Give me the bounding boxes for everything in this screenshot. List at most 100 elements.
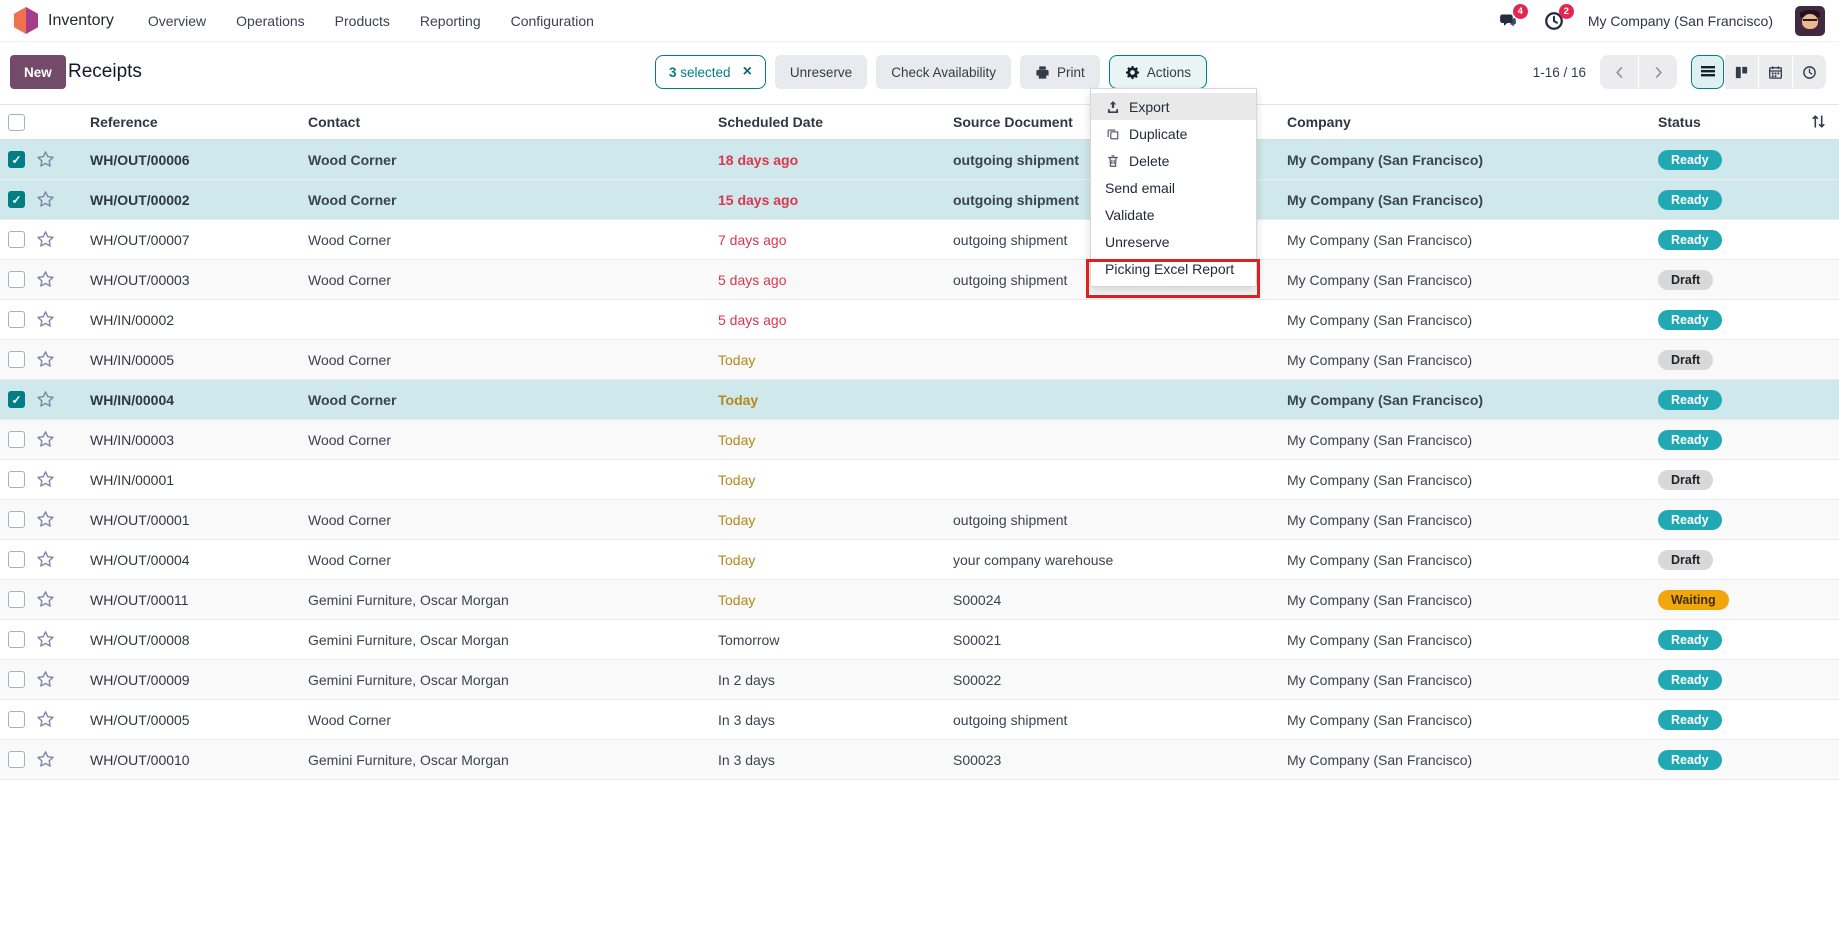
- table-row[interactable]: WH/OUT/00010 Gemini Furniture, Oscar Mor…: [0, 740, 1839, 780]
- row-checkbox[interactable]: [8, 351, 25, 368]
- menu-overview[interactable]: Overview: [148, 13, 206, 29]
- favorite-star-icon[interactable]: [36, 510, 55, 529]
- table-row[interactable]: WH/IN/00005 Wood Corner Today My Company…: [0, 340, 1839, 380]
- row-checkbox[interactable]: [8, 551, 25, 568]
- inventory-receipts-page: Inventory Overview Operations Products R…: [0, 0, 1839, 930]
- favorite-star-icon[interactable]: [36, 750, 55, 769]
- activities-icon[interactable]: 2: [1542, 9, 1566, 33]
- kanban-view-icon[interactable]: [1725, 55, 1758, 89]
- app-name[interactable]: Inventory: [48, 12, 114, 30]
- contact-cell: Wood Corner: [298, 392, 708, 408]
- row-checkbox[interactable]: [8, 311, 25, 328]
- menu-configuration[interactable]: Configuration: [511, 13, 594, 29]
- row-checkbox[interactable]: [8, 671, 25, 688]
- company-cell: My Company (San Francisco): [1277, 632, 1648, 648]
- favorite-star-icon[interactable]: [36, 670, 55, 689]
- row-checkbox[interactable]: [8, 711, 25, 728]
- favorite-star-icon[interactable]: [36, 550, 55, 569]
- messages-icon[interactable]: 4: [1496, 9, 1520, 33]
- favorite-star-icon[interactable]: [36, 190, 55, 209]
- table-row[interactable]: WH/IN/00002 5 days ago My Company (San F…: [0, 300, 1839, 340]
- table-row[interactable]: WH/OUT/00008 Gemini Furniture, Oscar Mor…: [0, 620, 1839, 660]
- select-all-checkbox[interactable]: [8, 114, 25, 131]
- list-view-icon[interactable]: [1691, 55, 1724, 89]
- menu-item-duplicate[interactable]: Duplicate: [1091, 120, 1256, 147]
- column-header-scheduled-date[interactable]: Scheduled Date: [708, 114, 943, 130]
- table-row[interactable]: WH/OUT/00001 Wood Corner Today outgoing …: [0, 500, 1839, 540]
- company-cell: My Company (San Francisco): [1277, 512, 1648, 528]
- optional-columns-icon[interactable]: [1810, 113, 1827, 133]
- navbar-right: 4 2 My Company (San Francisco): [1496, 6, 1825, 36]
- row-checkbox[interactable]: ✓: [8, 191, 25, 208]
- column-header-contact[interactable]: Contact: [298, 114, 708, 130]
- contact-cell: Wood Corner: [298, 552, 708, 568]
- table-row[interactable]: WH/OUT/00003 Wood Corner 5 days ago outg…: [0, 260, 1839, 300]
- favorite-star-icon[interactable]: [36, 390, 55, 409]
- favorite-star-icon[interactable]: [36, 270, 55, 289]
- column-header-reference[interactable]: Reference: [80, 114, 298, 130]
- table-row[interactable]: WH/OUT/00009 Gemini Furniture, Oscar Mor…: [0, 660, 1839, 700]
- table-row[interactable]: WH/OUT/00011 Gemini Furniture, Oscar Mor…: [0, 580, 1839, 620]
- row-checkbox[interactable]: [8, 231, 25, 248]
- column-header-company[interactable]: Company: [1277, 114, 1648, 130]
- row-checkbox[interactable]: [8, 471, 25, 488]
- table-row[interactable]: ✓ WH/IN/00004 Wood Corner Today My Compa…: [0, 380, 1839, 420]
- company-cell: My Company (San Francisco): [1277, 432, 1648, 448]
- favorite-star-icon[interactable]: [36, 350, 55, 369]
- inventory-app-icon[interactable]: [14, 7, 38, 34]
- clear-selection-icon[interactable]: ×: [743, 64, 752, 80]
- status-badge: Ready: [1658, 670, 1722, 690]
- table-row[interactable]: ✓ WH/OUT/00002 Wood Corner 15 days ago o…: [0, 180, 1839, 220]
- favorite-star-icon[interactable]: [36, 310, 55, 329]
- favorite-star-icon[interactable]: [36, 230, 55, 249]
- menu-item-validate[interactable]: Validate: [1091, 201, 1256, 228]
- favorite-star-icon[interactable]: [36, 590, 55, 609]
- contact-cell: Gemini Furniture, Oscar Morgan: [298, 592, 708, 608]
- company-switcher[interactable]: My Company (San Francisco): [1588, 13, 1773, 29]
- menu-item-unreserve[interactable]: Unreserve: [1091, 228, 1256, 255]
- scheduled-date-cell: In 3 days: [708, 752, 943, 768]
- pager-previous-icon[interactable]: [1600, 55, 1638, 89]
- calendar-view-icon[interactable]: [1759, 55, 1792, 89]
- user-avatar[interactable]: [1795, 6, 1825, 36]
- table-row[interactable]: WH/OUT/00004 Wood Corner Today your comp…: [0, 540, 1839, 580]
- company-cell: My Company (San Francisco): [1277, 152, 1648, 168]
- menu-reporting[interactable]: Reporting: [420, 13, 481, 29]
- row-checkbox[interactable]: ✓: [8, 391, 25, 408]
- reference-cell: WH/OUT/00001: [80, 512, 298, 528]
- row-checkbox[interactable]: [8, 271, 25, 288]
- menu-item-send-email[interactable]: Send email: [1091, 174, 1256, 201]
- selected-count-chip[interactable]: 3 selected ×: [655, 55, 766, 89]
- table-row[interactable]: WH/OUT/00005 Wood Corner In 3 days outgo…: [0, 700, 1839, 740]
- row-checkbox[interactable]: [8, 631, 25, 648]
- favorite-star-icon[interactable]: [36, 430, 55, 449]
- scheduled-date-cell: 15 days ago: [708, 192, 943, 208]
- row-checkbox[interactable]: [8, 751, 25, 768]
- unreserve-button[interactable]: Unreserve: [775, 55, 867, 89]
- menu-item-delete[interactable]: Delete: [1091, 147, 1256, 174]
- favorite-star-icon[interactable]: [36, 630, 55, 649]
- activity-view-icon[interactable]: [1793, 55, 1826, 89]
- menu-operations[interactable]: Operations: [236, 13, 304, 29]
- actions-button[interactable]: Actions: [1109, 55, 1207, 89]
- pager-next-icon[interactable]: [1639, 55, 1677, 89]
- print-button[interactable]: Print: [1020, 55, 1100, 89]
- check-availability-button[interactable]: Check Availability: [876, 55, 1011, 89]
- new-button[interactable]: New: [10, 55, 66, 89]
- menu-item-label: Export: [1129, 99, 1169, 115]
- table-row[interactable]: WH/OUT/00007 Wood Corner 7 days ago outg…: [0, 220, 1839, 260]
- menu-item-picking-excel-report[interactable]: Picking Excel Report: [1091, 255, 1256, 282]
- row-checkbox[interactable]: [8, 431, 25, 448]
- row-checkbox[interactable]: [8, 591, 25, 608]
- table-row[interactable]: ✓ WH/OUT/00006 Wood Corner 18 days ago o…: [0, 140, 1839, 180]
- table-row[interactable]: WH/IN/00001 Today My Company (San Franci…: [0, 460, 1839, 500]
- favorite-star-icon[interactable]: [36, 710, 55, 729]
- table-row[interactable]: WH/IN/00003 Wood Corner Today My Company…: [0, 420, 1839, 460]
- gear-icon: [1125, 65, 1140, 80]
- row-checkbox[interactable]: ✓: [8, 151, 25, 168]
- menu-products[interactable]: Products: [335, 13, 390, 29]
- menu-item-export[interactable]: Export: [1091, 93, 1256, 120]
- favorite-star-icon[interactable]: [36, 470, 55, 489]
- row-checkbox[interactable]: [8, 511, 25, 528]
- favorite-star-icon[interactable]: [36, 150, 55, 169]
